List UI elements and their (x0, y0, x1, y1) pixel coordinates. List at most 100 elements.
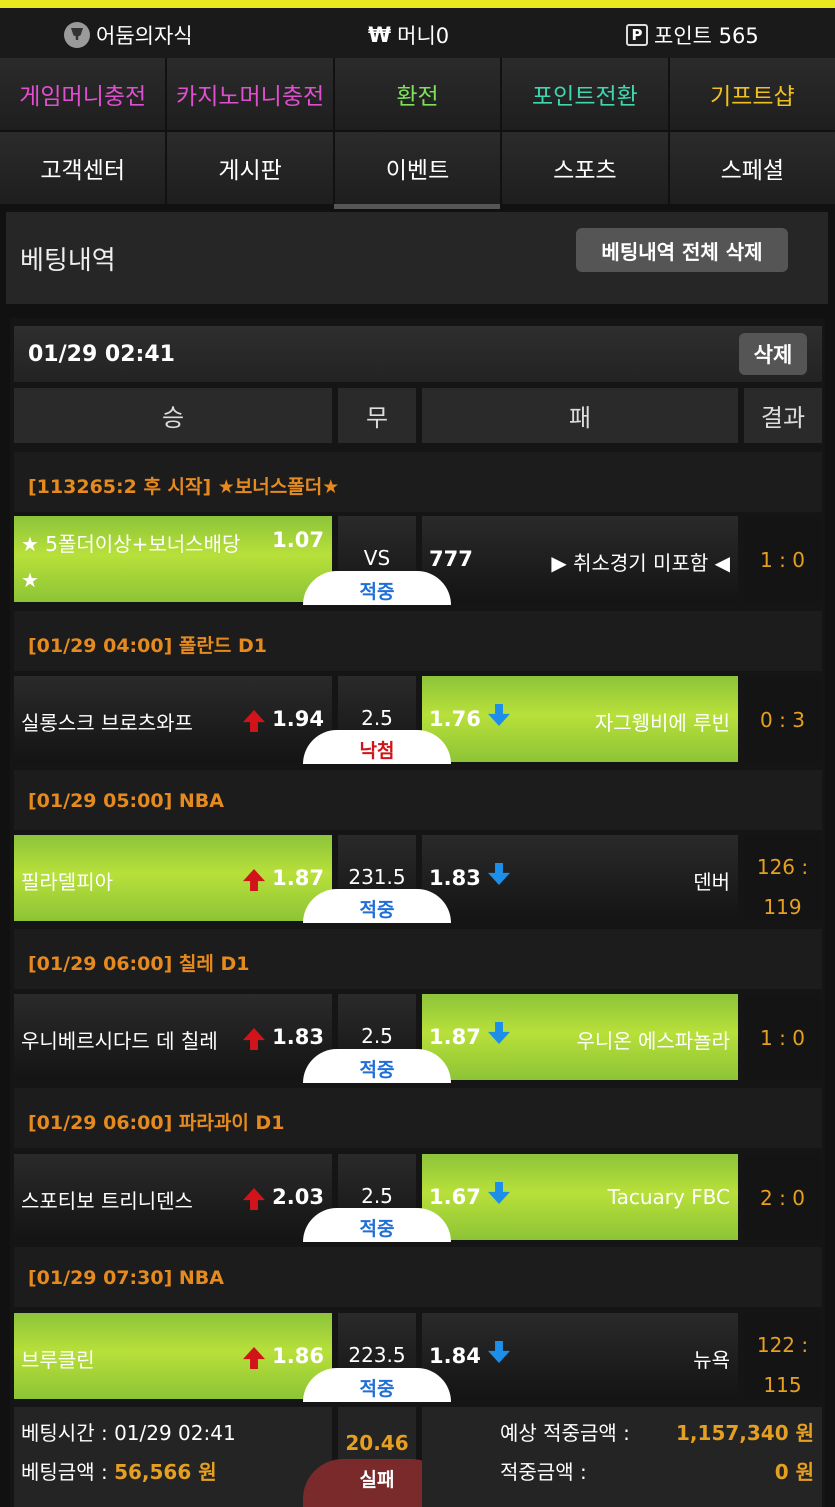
status-badge: 적중 (303, 1368, 451, 1402)
arrow-up-icon (243, 1028, 265, 1050)
home-team: 스포티보 트리니덴스 (21, 1189, 193, 1213)
league-header: [01/29 06:00] 파라과이 D1 (14, 1088, 822, 1148)
delete-all-button[interactable]: 베팅내역 전체 삭제 (576, 228, 788, 272)
result-cell: 1 : 0 (744, 516, 821, 602)
league-header: [113265:2 후 시작] ★보너스폴더★ (14, 452, 822, 512)
result-score: 1 : 0 (760, 1026, 805, 1050)
menu-row-primary: 게임머니충전 카지노머니충전 환전 포인트전환 기프트샵 (0, 58, 835, 130)
home-pick-cell[interactable]: ★ 5폴더이상+보너스배당 ★ 1.07 (14, 516, 332, 602)
away-team: 덴버 (693, 870, 730, 894)
bet-amount-value: 56,566 원 (114, 1460, 217, 1484)
arrow-up-icon (243, 869, 265, 891)
away-pick-cell[interactable]: 1.67 Tacuary FBC (422, 1154, 738, 1240)
league-header: [01/29 05:00] NBA (14, 770, 822, 830)
away-pick-cell[interactable]: 1.84 뉴욕 (422, 1313, 738, 1399)
away-pick-cell[interactable]: 1.83 덴버 (422, 835, 738, 921)
expected-amount-label: 예상 적중금액 : (500, 1421, 630, 1445)
arrow-up-icon (243, 1347, 265, 1369)
away-team: 우니온 에스파뇰라 (576, 1029, 730, 1053)
away-odd: 777 (429, 547, 473, 571)
home-team: 우니베르시다드 데 칠레 (21, 1029, 218, 1053)
draw-value: VS (363, 546, 391, 570)
draw-value: 2.5 (361, 706, 393, 730)
draw-value: 223.5 (348, 1343, 406, 1367)
status-badge: 적중 (303, 889, 451, 923)
menu-exchange[interactable]: 환전 (334, 58, 503, 130)
bet-amount-row: 베팅금액 : 56,566 원 (21, 1456, 217, 1485)
away-pick-cell[interactable]: 777 ▶ 취소경기 미포함 ◀ (422, 516, 738, 602)
draw-value: 2.5 (361, 1184, 393, 1208)
point-label: 포인트 565 (654, 24, 759, 48)
draw-value: 231.5 (348, 865, 406, 889)
arrow-down-icon (488, 1022, 510, 1044)
arrow-up-icon (243, 1188, 265, 1210)
away-odd: 1.84 (429, 1344, 481, 1368)
home-team: 필라델피아 (21, 870, 113, 894)
result-score-line2: 119 (763, 895, 802, 919)
bet-time-row: 베팅시간 : 01/29 02:41 (21, 1417, 236, 1446)
arrow-down-icon (488, 704, 510, 726)
home-pick-cell[interactable]: 필라델피아 1.87 (14, 835, 332, 921)
active-tab-indicator (334, 204, 500, 209)
away-odd: 1.83 (429, 866, 481, 890)
result-score: 1 : 0 (760, 548, 805, 572)
won-amount-label: 적중금액 : (500, 1460, 587, 1484)
result-cell: 2 : 0 (744, 1154, 821, 1240)
menu-sports[interactable]: 스포츠 (502, 132, 670, 204)
away-team: 뉴욕 (693, 1348, 730, 1372)
bet-summary-right: 예상 적중금액 : 1,157,340 원 적중금액 : 0 원 (422, 1407, 822, 1507)
expected-amount-value: 1,157,340 원 (676, 1421, 814, 1445)
away-team: Tacuary FBC (607, 1185, 730, 1209)
result-cell: 0 : 3 (744, 676, 821, 762)
bet-datetime: 01/29 02:41 (28, 342, 175, 367)
page-title: 베팅내역 (20, 246, 116, 276)
home-team: 실롱스크 브로츠와프 (21, 711, 193, 735)
menu-game-money-charge[interactable]: 게임머니충전 (0, 58, 168, 130)
won-icon: ₩ (368, 23, 392, 47)
user-name: 어둠의자식 (96, 24, 193, 48)
away-odd: 1.67 (429, 1185, 481, 1209)
money-info[interactable]: ₩ 머니0 (368, 20, 449, 50)
home-odd: 1.86 (272, 1344, 324, 1368)
result-score: 2 : 0 (760, 1186, 805, 1210)
bet-summary-left: 베팅시간 : 01/29 02:41 베팅금액 : 56,566 원 (14, 1407, 332, 1507)
result-score-line2: 115 (763, 1373, 802, 1397)
menu-casino-money-charge[interactable]: 카지노머니충전 (167, 58, 335, 130)
point-icon: P (626, 24, 648, 46)
away-pick-cell[interactable]: 1.87 우니온 에스파뇰라 (422, 994, 738, 1080)
home-pick-cell[interactable]: 스포티보 트리니덴스 2.03 (14, 1154, 332, 1240)
status-badge: 적중 (303, 571, 451, 605)
home-pick-cell[interactable]: 브루클린 1.86 (14, 1313, 332, 1399)
home-odd: 1.83 (272, 1025, 324, 1049)
menu-special[interactable]: 스페셜 (669, 132, 835, 204)
away-pick-cell[interactable]: 1.76 자그웽비에 루빈 (422, 676, 738, 762)
menu-event[interactable]: 이벤트 (334, 132, 503, 204)
home-pick-cell[interactable]: 우니베르시다드 데 칠레 1.83 (14, 994, 332, 1080)
home-team: ★ 5폴더이상+보너스배당 (21, 532, 241, 556)
menu-point-convert[interactable]: 포인트전환 (502, 58, 670, 130)
result-cell: 1 : 0 (744, 994, 821, 1080)
col-header-lose: 패 (422, 388, 738, 443)
top-accent-line (0, 0, 835, 8)
trophy-icon (64, 22, 90, 48)
arrow-down-icon (488, 1341, 510, 1363)
home-pick-cell[interactable]: 실롱스크 브로츠와프 1.94 (14, 676, 332, 762)
delete-button[interactable]: 삭제 (739, 333, 807, 375)
menu-board[interactable]: 게시판 (167, 132, 335, 204)
bet-history-panel: 베팅내역 베팅내역 전체 삭제 (6, 212, 828, 304)
result-cell: 126 : 119 (744, 835, 821, 921)
total-odds: 20.46 (345, 1431, 409, 1455)
away-team: ▶ 취소경기 미포함 ◀ (551, 551, 730, 575)
draw-value: 2.5 (361, 1024, 393, 1048)
status-badge: 낙첨 (303, 730, 451, 764)
user-info[interactable]: 어둠의자식 (64, 20, 193, 50)
bet-time-value: 01/29 02:41 (114, 1421, 236, 1445)
menu-customer-center[interactable]: 고객센터 (0, 132, 168, 204)
won-amount-value: 0 원 (774, 1460, 814, 1484)
money-label: 머니0 (397, 24, 450, 48)
home-odd: 2.03 (272, 1185, 324, 1209)
menu-row-secondary: 고객센터 게시판 이벤트 스포츠 스페셜 (0, 132, 835, 204)
league-header: [01/29 04:00] 폴란드 D1 (14, 611, 822, 671)
menu-gift-shop[interactable]: 기프트샵 (669, 58, 835, 130)
point-info[interactable]: P 포인트 565 (626, 20, 759, 50)
